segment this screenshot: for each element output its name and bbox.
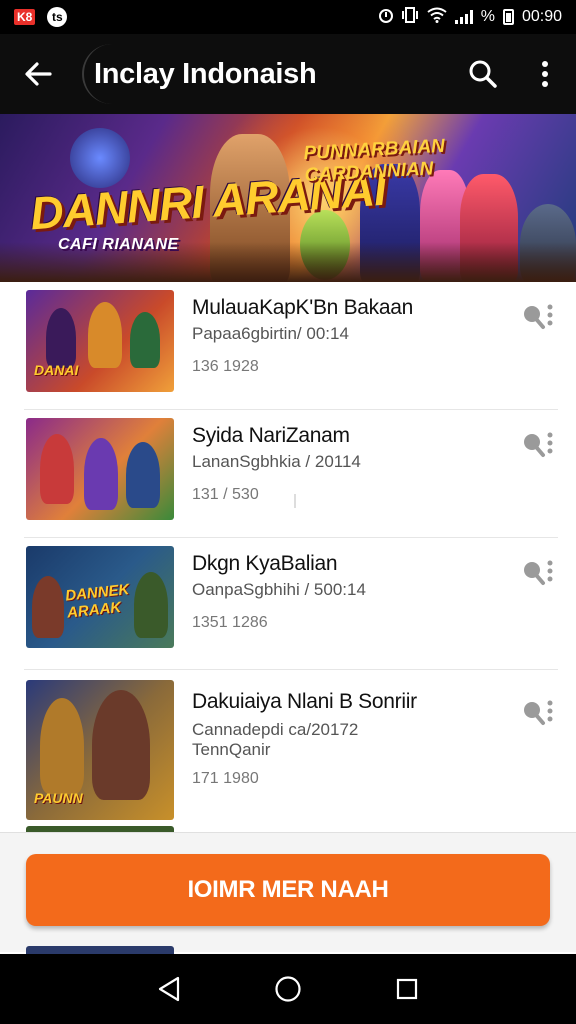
item-action-button[interactable] [518,554,558,594]
item-action-button[interactable] [518,426,558,466]
notification-icon: ts [47,7,68,27]
item-subtitle-secondary: TennQanir [192,740,271,759]
title-wrap: Inclay Indonaish [76,34,317,114]
next-item-thumbnail-peek [26,946,174,954]
thumbnail-logo: DANAI [34,362,79,378]
item-title: Dakuiaiya Nlani B Sonriir [192,690,417,713]
signal-icon [454,10,473,24]
title-arc-decoration [82,44,142,104]
item-subtitle: LananSgbhkia / 20114 [192,452,361,471]
meta-divider [294,494,296,508]
item-title: Dkgn KyaBalian [192,552,338,575]
item-meta: 136 1928 [192,358,259,375]
system-nav-bar [0,954,576,1024]
nav-recents-button[interactable] [377,959,437,1019]
primary-cta-button[interactable]: IOIMR MER NAAH [26,854,550,926]
arrow-back-icon [25,62,52,86]
item-thumbnail: DANNEK ARAAK [26,546,174,648]
item-action-button[interactable] [518,694,558,734]
nav-home-button[interactable] [258,959,318,1019]
item-thumbnail: DANAI [26,290,174,392]
search-more-icon [524,700,553,725]
list-item[interactable]: DANNEK ARAAK Dkgn KyaBalian OanpaSgbhihi… [24,538,558,670]
back-button[interactable] [0,34,76,114]
item-action-button[interactable] [518,298,558,338]
item-subtitle: OanpaSgbhihi / 500:14 [192,580,366,599]
status-bar: K8 ts % 00:90 [0,0,576,34]
more-vert-icon [542,61,548,87]
search-icon [469,60,497,88]
signal-percent: % [480,8,495,25]
battery-icon [502,9,514,25]
vibrate-icon [401,6,419,28]
item-subtitle: Cannadepdi ca/20172 [192,720,359,739]
more-options-button[interactable] [514,34,576,114]
status-time: 00:90 [521,8,562,25]
item-thumbnail: PAUNN [26,680,174,820]
search-more-icon [524,304,553,329]
item-title: Syida NariZanam [192,424,350,447]
featured-banner[interactable]: DANNRI ARANAI CAFI RIANANE PUNNARBAIAN C… [0,114,576,282]
item-subtitle: Papaa6gbirtin/ 00:14 [192,324,349,343]
list-item[interactable]: Syida NariZanam LananSgbhkia / 20114 131… [24,410,558,538]
app-bar: Inclay Indonaish [0,34,576,114]
item-meta: 171 1980 [192,770,259,787]
game-list: DANAI MulauaKapK'Bn Bakaan Papaa6gbirtin… [0,282,576,822]
list-item[interactable]: DANAI MulauaKapK'Bn Bakaan Papaa6gbirtin… [24,282,558,410]
nav-back-button[interactable] [139,959,199,1019]
item-meta: 131 / 530 [192,486,259,503]
circle-home-icon [275,976,301,1002]
banner-subtitle: CAFI RIANANE [58,236,179,253]
list-item[interactable]: PAUNN Dakuiaiya Nlani B Sonriir Cannadep… [24,670,558,822]
search-button[interactable] [452,34,514,114]
search-more-icon [524,432,553,457]
triangle-back-icon [159,976,180,1002]
square-recents-icon [396,978,417,1000]
search-more-icon [524,560,553,585]
notification-badge: K8 [14,9,36,25]
alarm-icon [378,6,393,29]
thumbnail-logo: PAUNN [34,790,83,806]
wifi-icon [427,7,447,28]
item-meta: 1351 1286 [192,614,268,631]
item-title: MulauaKapK'Bn Bakaan [192,296,414,319]
item-thumbnail [26,418,174,520]
